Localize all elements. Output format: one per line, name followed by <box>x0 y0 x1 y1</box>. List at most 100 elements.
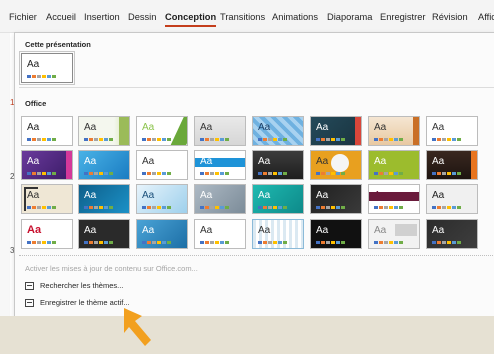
theme-sample-text: Aa <box>432 122 445 133</box>
browse-themes-label: Rechercher les thèmes... <box>40 281 124 290</box>
tab-diaporama[interactable]: Diaporama <box>327 12 372 23</box>
theme-color-swatches <box>316 138 346 141</box>
tab-transitions[interactable]: Transitions <box>220 12 265 23</box>
theme-color-swatches <box>84 172 114 175</box>
theme-sample-text: Aa <box>374 122 387 133</box>
theme-sample-text: Aa <box>316 122 329 133</box>
theme-sample-text: Aa <box>258 122 271 133</box>
theme-sample-text: Aa <box>142 122 155 133</box>
tab-affic[interactable]: Affic <box>478 12 494 23</box>
tab-accueil[interactable]: Accueil <box>46 12 76 23</box>
theme-sample-text: Aa <box>27 190 40 201</box>
theme-thumb[interactable]: Aa <box>21 150 73 180</box>
theme-thumb[interactable]: Aa <box>78 116 130 146</box>
theme-color-swatches <box>432 206 462 209</box>
enable-office-updates-label: Activer les mises à jour de contenu sur … <box>25 264 198 273</box>
theme-sample-text: Aa <box>27 59 40 70</box>
theme-color-swatches <box>258 206 288 209</box>
tab-révision[interactable]: Révision <box>432 12 468 23</box>
browse-themes-item[interactable]: Rechercher les thèmes... <box>25 281 123 290</box>
theme-thumb[interactable]: Aa <box>252 219 304 249</box>
theme-thumb[interactable]: Aa <box>194 184 246 214</box>
enable-office-updates-item: Activer les mises à jour de contenu sur … <box>25 264 198 273</box>
theme-thumb[interactable]: Aa <box>136 116 188 146</box>
theme-decoration <box>355 117 361 145</box>
theme-color-swatches <box>258 172 288 175</box>
theme-thumb[interactable]: Aa <box>136 150 188 180</box>
theme-sample-text: Aa <box>374 190 387 201</box>
theme-decoration <box>168 117 187 145</box>
theme-color-swatches <box>374 206 404 209</box>
theme-sample-text: Aa <box>200 190 213 201</box>
section-label-this-presentation: Cette présentation <box>25 40 91 49</box>
theme-thumb[interactable]: Aa <box>21 184 73 214</box>
theme-color-swatches <box>142 138 172 141</box>
theme-sample-text: Aa <box>200 156 213 167</box>
theme-thumb[interactable]: Aa <box>194 219 246 249</box>
theme-thumb[interactable]: Aa <box>252 150 304 180</box>
theme-sample-text: Aa <box>27 156 40 167</box>
theme-decoration <box>331 154 349 172</box>
theme-sample-text: Aa <box>84 225 97 236</box>
theme-sample-text: Aa <box>84 156 97 167</box>
theme-thumb[interactable]: Aa <box>310 116 362 146</box>
theme-color-swatches <box>200 172 230 175</box>
theme-color-swatches <box>258 241 288 244</box>
tab-enregistrer[interactable]: Enregistrer <box>380 12 425 23</box>
tab-fichier[interactable]: Fichier <box>9 12 37 23</box>
save-current-theme-item[interactable]: Enregistrer le thème actif... <box>25 298 130 307</box>
theme-sample-text: Aa <box>142 156 155 167</box>
theme-thumb[interactable]: Aa <box>194 150 246 180</box>
ribbon-tab-bar: Fichier Accueil Insertion Dessin Conception T… <box>0 0 494 33</box>
theme-sample-text: Aa <box>27 224 42 236</box>
theme-thumb[interactable]: Aa <box>136 219 188 249</box>
theme-color-swatches <box>84 206 114 209</box>
tab-animations[interactable]: Animations <box>272 12 318 23</box>
tab-dessin[interactable]: Dessin <box>128 12 156 23</box>
theme-sample-text: Aa <box>258 190 271 201</box>
theme-color-swatches <box>200 206 230 209</box>
theme-sample-text: Aa <box>432 156 445 167</box>
theme-thumb[interactable]: Aa <box>21 116 73 146</box>
tab-conception[interactable]: Conception <box>165 12 217 27</box>
theme-color-swatches <box>432 172 462 175</box>
powerpoint-window: Fichier Accueil Insertion Dessin Conception T… <box>0 0 494 316</box>
theme-thumb[interactable]: Aa <box>426 219 478 249</box>
theme-thumb[interactable]: Aa <box>252 184 304 214</box>
theme-thumb[interactable]: Aa <box>310 219 362 249</box>
theme-thumb[interactable]: Aa <box>252 116 304 146</box>
theme-sample-text: Aa <box>432 190 445 201</box>
theme-thumb[interactable]: Aa <box>78 150 130 180</box>
theme-decoration <box>413 117 419 145</box>
theme-thumb-current[interactable]: Aa <box>19 51 75 85</box>
theme-thumb[interactable]: Aa <box>368 150 420 180</box>
theme-sample-text: Aa <box>316 225 329 236</box>
theme-thumb[interactable]: Aa <box>21 219 73 249</box>
theme-thumb[interactable]: Aa <box>368 116 420 146</box>
theme-color-swatches <box>142 172 172 175</box>
theme-thumb[interactable]: Aa <box>426 116 478 146</box>
theme-sample-text: Aa <box>84 122 97 133</box>
section-divider <box>19 255 494 256</box>
theme-sample-text: Aa <box>258 225 271 236</box>
theme-thumb[interactable]: Aa <box>310 150 362 180</box>
theme-thumb[interactable]: Aa <box>368 184 420 214</box>
theme-color-swatches <box>27 172 57 175</box>
theme-sample-text: Aa <box>316 156 329 167</box>
theme-thumb[interactable]: Aa <box>426 184 478 214</box>
theme-thumb[interactable]: Aa <box>426 150 478 180</box>
theme-sample-text: Aa <box>27 122 40 133</box>
theme-thumb[interactable]: Aa <box>368 219 420 249</box>
theme-thumb[interactable]: Aa <box>194 116 246 146</box>
slide-thumbnail-pane <box>0 33 10 316</box>
theme-thumb[interactable]: Aa <box>78 219 130 249</box>
section-divider <box>19 87 494 88</box>
theme-thumb[interactable]: Aa <box>78 184 130 214</box>
theme-color-swatches <box>200 138 230 141</box>
theme-color-swatches <box>258 138 288 141</box>
theme-thumb[interactable]: Aa <box>136 184 188 214</box>
theme-color-swatches <box>374 138 404 141</box>
theme-thumb[interactable]: Aa <box>310 184 362 214</box>
theme-sample-text: Aa <box>432 225 445 236</box>
tab-insertion[interactable]: Insertion <box>84 12 120 23</box>
